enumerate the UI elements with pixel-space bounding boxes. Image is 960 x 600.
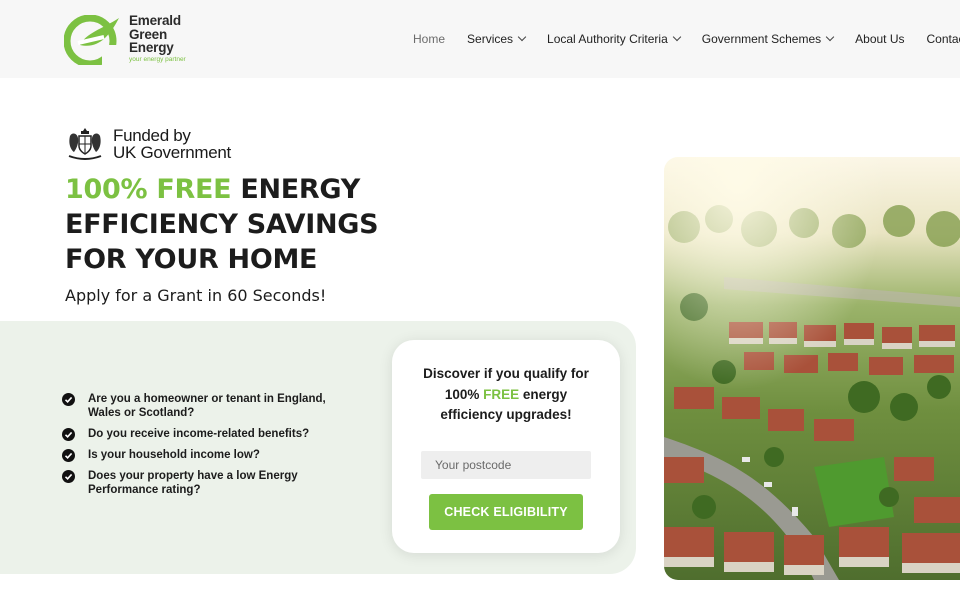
checklist-item-text: Is your household income low? <box>88 449 260 461</box>
site-header: Emerald Green Energy your energy partner… <box>0 0 960 78</box>
royal-coat-of-arms-icon <box>68 128 102 160</box>
nav-item-services[interactable]: Services <box>467 32 527 46</box>
eligibility-card: Discover if you qualify for 100% FREE en… <box>392 340 620 553</box>
nav-item-label: About Us <box>855 32 905 46</box>
nav-item-home[interactable]: Home <box>413 32 445 46</box>
nav-item-label: Services <box>467 32 514 46</box>
check-circle-icon <box>62 449 75 462</box>
brand-name-line: Green <box>129 26 168 42</box>
eligibility-checklist: Are you a homeowner or tenant in England… <box>60 392 360 504</box>
check-circle-icon <box>62 393 75 406</box>
nav-item-local-authority-criteria[interactable]: Local Authority Criteria <box>547 32 682 46</box>
headline-highlight: 100% FREE <box>65 174 232 205</box>
card-title-highlight: FREE <box>483 386 520 402</box>
nav-item-contact[interactable]: Contact <box>927 32 960 46</box>
hero-subheading: Apply for a Grant in 60 Seconds! <box>65 286 327 305</box>
brand-name-line: Energy <box>129 40 174 55</box>
nav-item-label: Local Authority Criteria <box>547 32 668 46</box>
aerial-houses-image <box>664 157 960 580</box>
postcode-input[interactable] <box>421 451 591 479</box>
nav-item-label: Government Schemes <box>701 32 822 46</box>
card-title-line: 100% FREE energy <box>392 385 620 406</box>
nav-item-government-schemes[interactable]: Government Schemes <box>701 32 835 46</box>
housing-estate-photo <box>664 157 960 580</box>
check-circle-icon <box>62 428 75 441</box>
funded-by-text: Funded by UK Government <box>113 127 231 161</box>
check-circle-icon <box>62 470 75 483</box>
card-title-text: energy <box>519 386 568 402</box>
checklist-item-text: Do you receive income-related benefits? <box>88 428 310 440</box>
chevron-down-icon <box>517 32 527 42</box>
leaf-e-logo-icon <box>64 15 122 65</box>
card-title: Discover if you qualify for 100% FREE en… <box>392 364 620 426</box>
headline-line: FOR YOUR HOME <box>65 244 318 275</box>
headline-text: ENERGY <box>231 174 360 205</box>
hero-headline: 100% FREE ENERGY EFFICIENCY SAVINGS FOR … <box>65 172 379 277</box>
headline-line: 100% FREE ENERGY <box>65 172 378 207</box>
brand-logo[interactable]: Emerald Green Energy your energy partner <box>64 13 194 67</box>
check-eligibility-button[interactable]: CHECK ELIGIBILITY <box>429 494 583 530</box>
checklist-item: Do you receive income-related benefits? <box>60 427 360 441</box>
funded-by-line: Funded by <box>113 126 191 145</box>
chevron-down-icon <box>672 32 682 42</box>
checklist-item: Does your property have a low Energy Per… <box>60 469 360 497</box>
nav-item-label: Home <box>413 32 446 46</box>
brand-name: Emerald Green Energy <box>129 14 181 55</box>
checklist-item-text: Are you a homeowner or tenant in England… <box>88 393 326 419</box>
checklist-item-text: Does your property have a low Energy Per… <box>88 470 298 496</box>
card-title-text: 100% <box>444 386 484 402</box>
brand-name-line: Emerald <box>129 13 181 28</box>
nav-item-label: Contact <box>926 32 960 46</box>
headline-line: EFFICIENCY SAVINGS <box>65 209 379 240</box>
card-title-line: Discover if you qualify for <box>423 366 589 381</box>
main-nav: Home Services Local Authority Criteria G… <box>413 32 960 46</box>
checklist-item: Is your household income low? <box>60 448 360 462</box>
checklist-item: Are you a homeowner or tenant in England… <box>60 392 360 420</box>
chevron-down-icon <box>825 32 835 42</box>
brand-tagline: your energy partner <box>129 56 186 63</box>
card-title-line: efficiency upgrades! <box>440 407 572 422</box>
nav-item-about-us[interactable]: About Us <box>855 32 904 46</box>
funded-by-line: UK Government <box>113 143 231 162</box>
